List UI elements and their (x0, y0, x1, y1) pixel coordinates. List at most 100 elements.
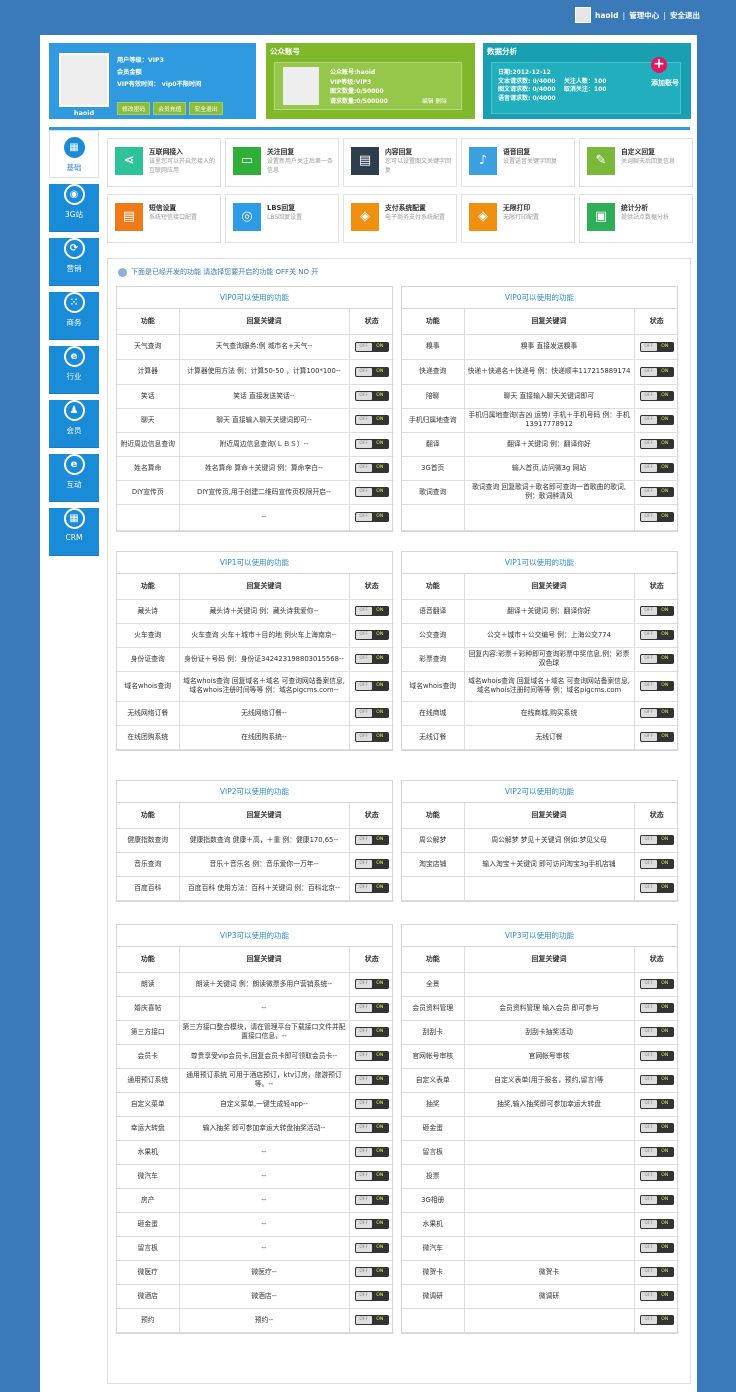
sidebar-item-3[interactable]: ⁙ 商务 (49, 292, 99, 340)
status-toggle[interactable]: OFF ON (354, 487, 389, 497)
top-username[interactable]: haoid (595, 11, 619, 20)
status-toggle[interactable]: OFF ON (639, 366, 674, 377)
status-toggle[interactable]: OFF ON (639, 512, 674, 522)
status-toggle[interactable]: OFF ON (639, 1243, 674, 1253)
status-toggle[interactable]: OFF ON (354, 1123, 389, 1133)
sidebar-item-1[interactable]: ◉ 3G站 (49, 184, 99, 232)
status-toggle[interactable]: OFF ON (354, 654, 389, 664)
manage-center-link[interactable]: 管理中心 (629, 10, 659, 21)
sidebar-item-0[interactable]: ▦ 基础 (49, 130, 99, 178)
logout-link[interactable]: 安全退出 (670, 10, 700, 21)
feature-tile[interactable]: ✎ 自定义回复 关词聊天后回复信息 (579, 138, 693, 187)
status-toggle[interactable]: OFF ON (639, 708, 674, 718)
feature-tile[interactable]: ⋖ 互联网接入 该里您可以开启您接入的互联网应用 (107, 138, 221, 187)
status-toggle[interactable]: OFF ON (354, 1051, 389, 1061)
status-toggle[interactable]: OFF ON (639, 1267, 674, 1277)
status-toggle[interactable]: OFF ON (354, 1147, 389, 1157)
status-toggle[interactable]: OFF ON (354, 681, 389, 691)
feature-name: 天气查询 (117, 334, 180, 360)
status-toggle[interactable]: OFF ON (639, 1051, 674, 1061)
status-toggle[interactable]: OFF ON (354, 708, 389, 718)
account-card: 公众账号 公众账号:haoid VIP等级:VIP3 图文数量:0/50000 … (266, 43, 475, 119)
status-toggle[interactable]: OFF ON (354, 1243, 389, 1253)
add-account-icon[interactable]: + (651, 57, 667, 73)
status-toggle[interactable]: OFF ON (354, 606, 389, 616)
status-toggle[interactable]: OFF ON (639, 439, 674, 449)
edit-link[interactable]: 编辑 (422, 99, 434, 105)
status-toggle[interactable]: OFF ON (639, 630, 674, 640)
add-account-label[interactable]: 添加账号 (651, 78, 679, 88)
status-toggle[interactable]: OFF ON (639, 463, 674, 473)
feature-tile-title: 短信设置 (149, 204, 177, 212)
status-toggle[interactable]: OFF ON (354, 1267, 389, 1277)
status-toggle[interactable]: OFF ON (639, 1099, 674, 1109)
status-toggle[interactable]: OFF ON (639, 1315, 674, 1325)
feature-name: 刮刮卡 (402, 1020, 465, 1045)
status-toggle[interactable]: OFF ON (354, 1099, 389, 1109)
status-toggle[interactable]: OFF ON (354, 415, 389, 425)
status-toggle[interactable]: OFF ON (354, 463, 389, 473)
status-toggle[interactable]: OFF ON (354, 366, 389, 377)
status-toggle[interactable]: OFF ON (354, 439, 389, 449)
status-toggle[interactable]: OFF ON (639, 1219, 674, 1229)
status-toggle[interactable]: OFF ON (354, 835, 389, 845)
sidebar-item-2[interactable]: ⟳ 营销 (49, 238, 99, 286)
status-toggle[interactable]: OFF ON (639, 415, 674, 425)
feature-tile[interactable]: ▤ 短信设置 系统短信接口配置 (107, 194, 221, 243)
status-toggle[interactable]: OFF ON (639, 487, 674, 497)
feature-tile[interactable]: ▭ 关注回复 设置新用户关注后第一条信息 (225, 138, 339, 187)
feature-tile[interactable]: ◈ 无限打印 无限打印配置 (461, 194, 575, 243)
status-toggle[interactable]: OFF ON (639, 979, 674, 989)
status-toggle[interactable]: OFF ON (639, 391, 674, 401)
recharge-button[interactable]: 会员充值 (153, 102, 187, 115)
status-toggle[interactable]: OFF ON (354, 1075, 389, 1085)
status-toggle[interactable]: OFF ON (354, 1171, 389, 1181)
status-toggle[interactable]: OFF ON (639, 883, 674, 893)
sidebar-item-4[interactable]: e 行业 (49, 346, 99, 394)
status-toggle[interactable]: OFF ON (354, 732, 389, 742)
status-toggle[interactable]: OFF ON (354, 341, 389, 352)
status-toggle[interactable]: OFF ON (639, 681, 674, 691)
status-toggle[interactable]: OFF ON (639, 1195, 674, 1205)
status-toggle[interactable]: OFF ON (639, 606, 674, 616)
status-toggle[interactable]: OFF ON (354, 859, 389, 869)
status-toggle[interactable]: OFF ON (639, 732, 674, 742)
status-toggle[interactable]: OFF ON (639, 1171, 674, 1181)
feature-tile[interactable]: ▣ 统计分析 提供站点数据分析 (579, 194, 693, 243)
change-password-button[interactable]: 修改密码 (117, 102, 151, 115)
status-toggle[interactable]: OFF ON (639, 1123, 674, 1133)
feature-tile[interactable]: ▤ 内容回复 您可以设置图文关键字回复 (343, 138, 457, 187)
feature-tile[interactable]: ◎ LBS回复 LBS回复设置 (225, 194, 339, 243)
sidebar-item-5[interactable]: ♟ 会员 (49, 400, 99, 448)
sidebar-item-7[interactable]: ▦ CRM (49, 508, 99, 556)
status-toggle[interactable]: OFF ON (354, 883, 389, 893)
status-toggle[interactable]: OFF ON (354, 1003, 389, 1013)
status-toggle[interactable]: OFF ON (639, 341, 674, 352)
status-toggle[interactable]: OFF ON (354, 1027, 389, 1037)
feature-tile[interactable]: ◈ 支付系统配置 电子商务支付系统配置 (343, 194, 457, 243)
status-toggle[interactable]: OFF ON (354, 512, 389, 522)
status-toggle[interactable]: OFF ON (639, 1147, 674, 1157)
feature-table: 功能 回复关键词 状态 语音翻译 翻译＋关键词 例：翻译你好 OFF ON 公交查询 公交＋城市… (402, 574, 679, 750)
feature-name: 会员资料管理 (402, 996, 465, 1021)
toggle-on-label: ON (661, 489, 669, 494)
status-toggle[interactable]: OFF ON (639, 859, 674, 869)
status-toggle[interactable]: OFF ON (639, 1003, 674, 1013)
toggle-on-label: ON (376, 656, 384, 661)
delete-link[interactable]: 删除 (435, 99, 447, 105)
status-toggle[interactable]: OFF ON (639, 1291, 674, 1301)
status-toggle[interactable]: OFF ON (354, 1219, 389, 1229)
safe-logout-button[interactable]: 安全退出 (189, 102, 223, 115)
status-toggle[interactable]: OFF ON (639, 1027, 674, 1037)
status-toggle[interactable]: OFF ON (354, 1315, 389, 1325)
status-toggle[interactable]: OFF ON (354, 630, 389, 640)
status-toggle[interactable]: OFF ON (639, 835, 674, 845)
status-toggle[interactable]: OFF ON (354, 1291, 389, 1301)
status-toggle[interactable]: OFF ON (354, 391, 389, 401)
status-toggle[interactable]: OFF ON (354, 979, 389, 989)
sidebar-item-6[interactable]: e 互动 (49, 454, 99, 502)
status-toggle[interactable]: OFF ON (639, 654, 674, 664)
status-toggle[interactable]: OFF ON (639, 1075, 674, 1085)
feature-tile[interactable]: ♪ 语音回复 设置语音关键字回复 (461, 138, 575, 187)
status-toggle[interactable]: OFF ON (354, 1195, 389, 1205)
